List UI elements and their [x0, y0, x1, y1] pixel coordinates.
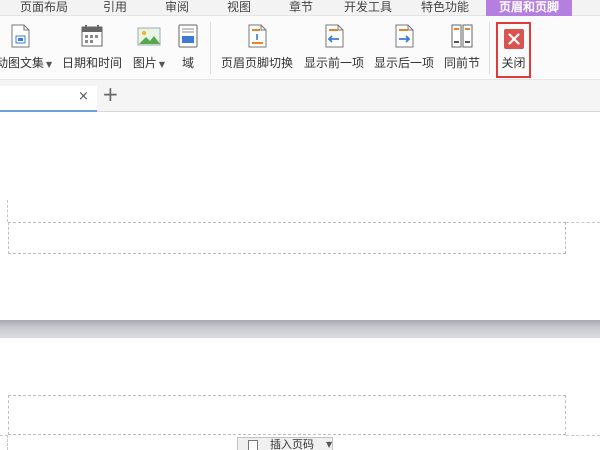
ribbon-divider [489, 22, 490, 74]
tab-review[interactable]: 审阅 [165, 0, 195, 16]
doc-field-icon [11, 24, 30, 48]
document-tab[interactable]: × [0, 86, 97, 112]
chevron-down-icon: ▼ [326, 440, 333, 449]
same-as-previous-icon [451, 24, 473, 48]
field-label: 域 [181, 56, 194, 70]
margin-corner-mark [566, 222, 600, 232]
picture-icon [137, 27, 161, 46]
footer-area[interactable] [8, 222, 566, 254]
document-page [0, 112, 600, 320]
close-button-highlight [496, 22, 531, 78]
document-tab-strip: × + [0, 80, 600, 112]
margin-corner-mark [0, 200, 8, 222]
tab-header-footer[interactable]: 页眉和页脚 [486, 0, 572, 16]
show-next-label: 显示后一项 [373, 56, 434, 70]
same-as-previous-label: 同前节 [443, 56, 480, 70]
page-gap [0, 320, 600, 338]
insert-page-number-button[interactable]: 插入页码 ▼ [237, 437, 333, 450]
chevron-down-icon: ▼ [46, 60, 53, 69]
tab-view[interactable]: 视图 [227, 0, 257, 16]
show-previous-icon [325, 24, 344, 48]
show-previous-label: 显示前一项 [303, 56, 364, 70]
tab-chapter[interactable]: 章节 [289, 0, 319, 16]
document-page [0, 338, 600, 450]
tab-page-layout[interactable]: 页面布局 [20, 0, 74, 16]
field-icon [178, 24, 198, 48]
header-footer-switch-label: 页眉页脚切换 [220, 56, 293, 70]
add-tab-icon[interactable]: + [102, 83, 119, 105]
close-icon[interactable]: × [78, 89, 89, 104]
show-previous-button[interactable]: 显示前一项 [300, 16, 368, 80]
header-footer-switch-icon [248, 24, 267, 48]
page-number-icon [248, 440, 258, 450]
tab-developer[interactable]: 开发工具 [344, 0, 400, 16]
margin-corner-mark [0, 435, 8, 450]
tab-references[interactable]: 引用 [103, 0, 133, 16]
same-as-previous-button[interactable]: 同前节 [441, 16, 483, 80]
ribbon-divider [210, 22, 211, 74]
picture-button[interactable]: 图片 ▼ [128, 16, 170, 80]
picture-label: 图片 [132, 56, 157, 70]
show-next-button[interactable]: 显示后一项 [371, 16, 437, 80]
margin-corner-mark [566, 435, 600, 450]
header-footer-switch-button[interactable]: 页眉页脚切换 [218, 16, 296, 80]
auto-text-label: 动图文集 [0, 56, 45, 70]
show-next-icon [395, 24, 414, 48]
calendar-icon [81, 25, 103, 47]
header-area[interactable] [8, 395, 566, 435]
field-button[interactable]: 域 [174, 16, 202, 80]
date-time-button[interactable]: 日期和时间 [60, 16, 124, 80]
tab-special-features[interactable]: 特色功能 [421, 0, 477, 16]
auto-text-button[interactable]: 动图文集 ▼ [0, 16, 52, 80]
menu-tab-bar: 页面布局 引用 审阅 视图 章节 开发工具 特色功能 页眉和页脚 [0, 0, 600, 16]
date-time-label: 日期和时间 [61, 56, 122, 70]
insert-page-number-label: 插入页码 [270, 438, 314, 450]
chevron-down-icon: ▼ [158, 60, 166, 69]
